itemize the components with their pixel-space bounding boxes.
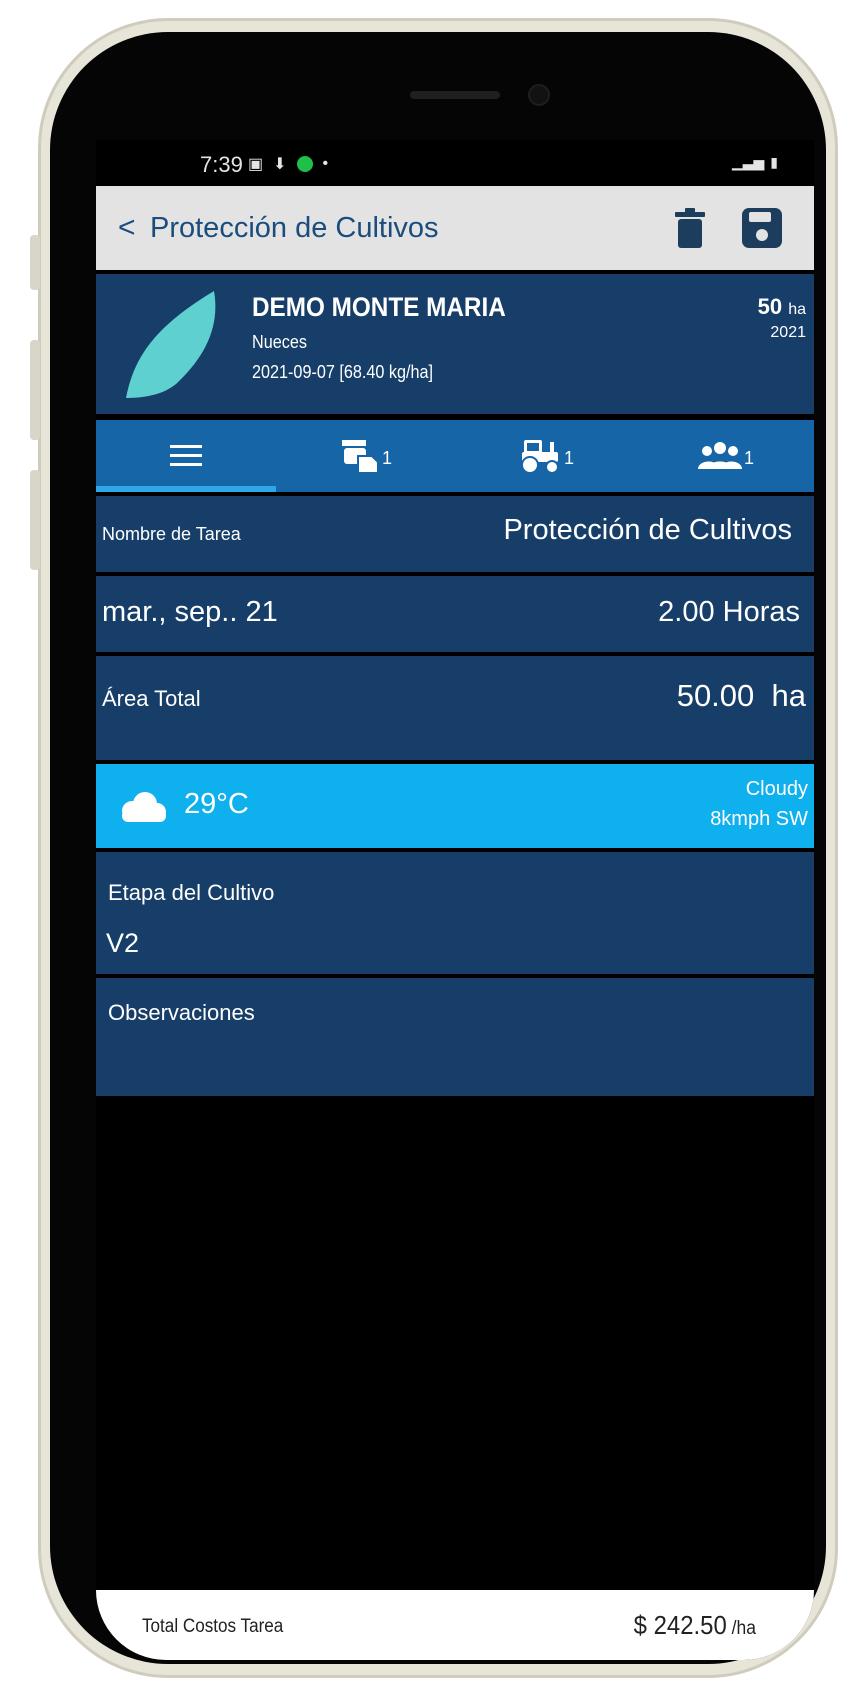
- task-name-label: Nombre de Tarea: [102, 524, 241, 544]
- task-hours[interactable]: 2.00 Horas: [658, 596, 800, 629]
- people-icon: [697, 442, 742, 469]
- products-count: 1: [381, 447, 392, 468]
- total-cost-value: $ 242.50 /ha: [634, 1610, 756, 1641]
- app-bar: < Protección de Cultivos: [96, 186, 814, 270]
- tab-indicator: [96, 486, 276, 492]
- cost-footer: Total Costos Tarea $ 242.50 /ha: [96, 1590, 814, 1660]
- area-label: Área Total: [102, 686, 201, 711]
- trash-icon[interactable]: [670, 205, 710, 251]
- phone-camera: [528, 84, 550, 106]
- area-row[interactable]: Área Total 50.00 ha: [96, 656, 814, 760]
- date-hours-row: mar., sep.. 21 2.00 Horas: [96, 576, 814, 652]
- tab-products[interactable]: 1: [276, 420, 456, 492]
- observations-row[interactable]: Observaciones: [96, 978, 814, 1096]
- download-icon: ⬇: [273, 156, 287, 173]
- tab-workers[interactable]: 1: [636, 420, 814, 492]
- field-area-value: 50: [757, 294, 783, 319]
- task-date[interactable]: mar., sep.. 21: [102, 596, 278, 629]
- field-shape-icon: [126, 291, 216, 398]
- dot-icon: •: [322, 155, 329, 172]
- back-button[interactable]: <: [118, 211, 142, 245]
- crop-name: Nueces: [252, 332, 307, 352]
- phone-side-button: [30, 235, 40, 290]
- crop-stage-value: V2: [106, 928, 140, 958]
- task-name-row[interactable]: Nombre de Tarea Protección de Cultivos: [96, 496, 814, 572]
- menu-icon: [170, 445, 202, 466]
- page-title: Protección de Cultivos: [150, 211, 439, 244]
- weather-bar: 29°C Cloudy 8kmph SW: [96, 764, 814, 848]
- total-cost-unit: /ha: [726, 1618, 756, 1639]
- weather-wind: 8kmph SW: [710, 808, 808, 830]
- sprayer-icon: [341, 440, 379, 474]
- field-summary[interactable]: DEMO MONTE MARIA Nueces 2021-09-07 [68.4…: [96, 274, 814, 414]
- field-area: 50 ha: [758, 294, 806, 320]
- field-area-unit: ha: [788, 301, 806, 318]
- area-value: 50.00 ha: [676, 678, 806, 713]
- workers-count: 1: [743, 447, 754, 468]
- signal-icon: ▁▃▅: [731, 154, 765, 170]
- field-name: DEMO MONTE MARIA: [252, 292, 506, 322]
- image-icon: ▣: [248, 156, 264, 173]
- app-notification-icon: [296, 156, 313, 172]
- status-bar: 7:39 ▣ ⬇ • ▁▃▅ ▮: [96, 140, 814, 186]
- total-cost-label: Total Costos Tarea: [142, 1616, 284, 1637]
- save-icon[interactable]: [742, 205, 782, 251]
- tab-machinery[interactable]: 1: [456, 420, 636, 492]
- tractor-icon: [520, 440, 559, 474]
- app-screen: 7:39 ▣ ⬇ • ▁▃▅ ▮ < Protección de Cultivo…: [96, 140, 814, 1660]
- task-tabs: 1 1 1: [96, 420, 814, 492]
- status-system-icons: ▁▃▅ ▮: [732, 154, 778, 171]
- observations-label: Observaciones: [108, 1000, 255, 1025]
- crop-stage-row[interactable]: Etapa del Cultivo V2: [96, 852, 814, 974]
- weather-temperature: 29°C: [184, 788, 249, 820]
- phone-side-button: [30, 340, 40, 440]
- battery-icon: ▮: [770, 154, 778, 170]
- status-notification-icons: ▣ ⬇ •: [248, 154, 328, 174]
- field-year: 2021: [770, 324, 806, 341]
- sowing-info: 2021-09-07 [68.40 kg/ha]: [252, 362, 434, 382]
- status-time: 7:39: [200, 152, 243, 177]
- tab-details[interactable]: [96, 420, 276, 492]
- cloud-icon: [122, 792, 166, 822]
- task-name-value: Protección de Cultivos: [503, 514, 792, 546]
- machinery-count: 1: [563, 447, 574, 468]
- phone-side-button: [30, 470, 40, 570]
- total-cost-amount: $ 242.50: [633, 1610, 727, 1640]
- phone-earpiece: [410, 91, 500, 99]
- crop-stage-label: Etapa del Cultivo: [108, 880, 275, 905]
- weather-description: Cloudy: [745, 778, 808, 800]
